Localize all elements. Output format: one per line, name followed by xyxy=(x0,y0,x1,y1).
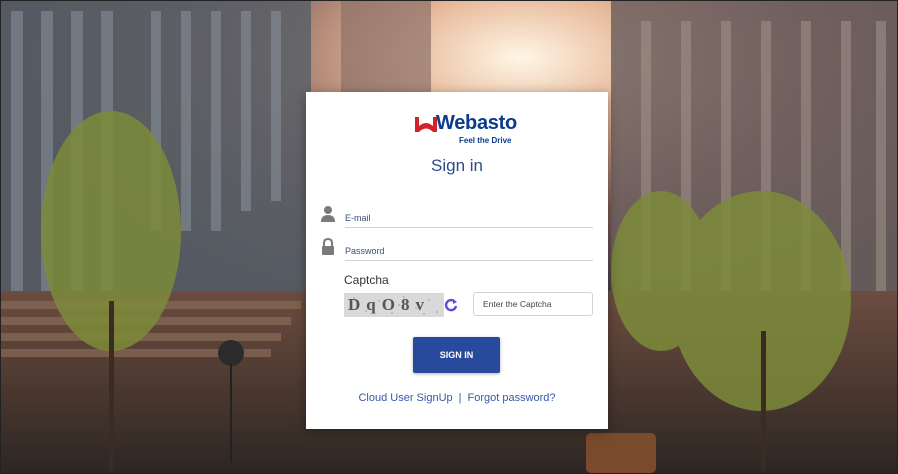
email-field[interactable] xyxy=(345,209,593,228)
email-field-row xyxy=(320,205,594,229)
captcha-image: DqO8v xyxy=(344,293,444,317)
user-icon xyxy=(321,206,335,222)
page-title: Sign in xyxy=(431,156,483,175)
password-field[interactable] xyxy=(345,242,593,261)
forgot-password-link[interactable]: Forgot password? xyxy=(467,392,555,404)
login-page: Webasto Feel the Drive Sign in Captcha xyxy=(0,0,898,474)
password-field-row xyxy=(320,238,594,262)
footer-links: Cloud User SignUp | Forgot password? xyxy=(306,392,608,404)
captcha-text: DqO8v xyxy=(348,295,430,314)
logo-tagline: Feel the Drive xyxy=(459,136,512,145)
captcha-input[interactable] xyxy=(473,292,593,316)
login-card: Webasto Feel the Drive Sign in Captcha xyxy=(306,92,608,429)
logo-brand-text: Webasto xyxy=(436,112,517,134)
cloud-signup-link[interactable]: Cloud User SignUp xyxy=(358,392,452,404)
webasto-logo: Webasto Feel the Drive xyxy=(414,112,517,148)
webasto-logo-icon xyxy=(415,117,437,132)
refresh-icon[interactable] xyxy=(444,298,458,312)
captcha-label: Captcha xyxy=(344,273,389,287)
sign-in-button[interactable]: SIGN IN xyxy=(413,337,500,373)
links-separator: | xyxy=(458,392,462,404)
lock-icon xyxy=(322,238,334,255)
